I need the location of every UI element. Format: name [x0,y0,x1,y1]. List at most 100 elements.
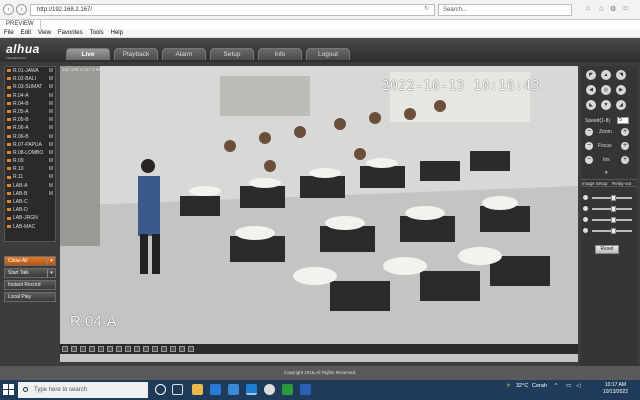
channel-stream-type[interactable]: M [49,165,53,173]
channel-item[interactable]: R.05-B M [5,116,55,124]
layout-toggle-icon[interactable] [62,346,68,352]
channel-item[interactable]: LAB-A M [5,182,55,190]
speed-select[interactable]: 5 [617,117,629,124]
focus-out-icon[interactable]: − [585,142,593,150]
tab-setup[interactable]: Setup [210,48,254,60]
channel-stream-type[interactable]: M [49,75,53,83]
start-talk-button[interactable]: Start Talk ▾ [4,268,56,278]
collapse-icon[interactable]: ▾ [605,170,608,176]
menu-help[interactable]: Help [111,29,123,38]
chevron-down-icon[interactable]: ▾ [47,257,55,265]
tab-logout[interactable]: Logout [306,48,350,60]
channel-item[interactable]: R.11 M [5,173,55,181]
gear-icon[interactable]: ⚙ [610,5,616,13]
zoom-in-icon[interactable]: + [621,128,629,136]
channel-item[interactable]: R.06-B M [5,133,55,141]
layout-toggle-icon[interactable] [125,346,131,352]
mail-icon[interactable] [210,384,221,395]
channel-stream-type[interactable]: M [49,182,53,190]
channel-stream-type[interactable]: M [49,173,53,181]
ptz-right-icon[interactable]: ▶ [616,85,626,95]
layout-toggle-icon[interactable] [89,346,95,352]
channel-stream-type[interactable]: M [49,133,53,141]
menu-edit[interactable]: Edit [21,29,31,38]
layout-toggle-icon[interactable] [134,346,140,352]
layout-toggle-icon[interactable] [98,346,104,352]
address-bar[interactable]: http://192.168.2.167/ [30,4,435,16]
iris-in-icon[interactable]: + [621,156,629,164]
word-icon[interactable] [300,384,311,395]
image-slider[interactable] [583,194,635,202]
layout-toggle-icon[interactable] [170,346,176,352]
ptz-down-left-icon[interactable]: ◣ [586,100,596,110]
network-icon[interactable]: ▭ [566,383,571,389]
forward-icon[interactable]: › [16,4,27,15]
channel-stream-type[interactable]: M [49,157,53,165]
slider-handle[interactable] [610,195,616,201]
channel-item[interactable]: R.03-SUMAT M [5,83,55,91]
refresh-icon[interactable]: ↻ [424,5,429,12]
layout-toggle-icon[interactable] [116,346,122,352]
channel-item[interactable]: R.04-B M [5,100,55,108]
layout-toggle-icon[interactable] [143,346,149,352]
chevron-down-icon[interactable]: ▾ [47,269,55,277]
channel-item[interactable]: R.07-PAPUA M [5,141,55,149]
focus-in-icon[interactable]: + [621,142,629,150]
ptz-down-icon[interactable]: ▼ [601,100,611,110]
volume-icon[interactable]: ◁ [576,383,580,389]
tray-chevron-icon[interactable]: ^ [555,383,558,389]
channel-item[interactable]: R.08-LOMBO M [5,149,55,157]
channel-item[interactable]: LAB-D [5,206,55,214]
feedback-icon[interactable]: ☺ [622,5,629,12]
menu-view[interactable]: View [38,29,51,38]
ptz-up-left-icon[interactable]: ◤ [586,70,596,80]
browser-tab[interactable]: PREVIEW [0,20,41,29]
browser-search-input[interactable]: Search... [438,4,572,16]
channel-item[interactable]: R.04-A M [5,92,55,100]
channel-stream-type[interactable]: M [49,108,53,116]
tab-image-setup[interactable]: Image Setup [582,180,608,188]
internet-explorer-icon[interactable] [246,384,257,395]
image-slider[interactable] [583,216,635,224]
clock[interactable]: 10:17 AM 10/13/2022 [603,382,628,396]
channel-item[interactable]: R.06-A M [5,124,55,132]
iris-out-icon[interactable]: − [585,156,593,164]
channel-stream-type[interactable]: M [49,190,53,198]
excel-icon[interactable] [282,384,293,395]
image-slider[interactable] [583,205,635,213]
file-explorer-icon[interactable] [192,384,203,395]
slider-handle[interactable] [610,217,616,223]
channel-stream-type[interactable]: M [49,116,53,124]
channel-item[interactable]: LAB-MAC [5,223,55,231]
channel-stream-type[interactable]: M [49,100,53,108]
layout-toggle-icon[interactable] [152,346,158,352]
slider-handle[interactable] [610,206,616,212]
channel-stream-type[interactable]: M [49,149,53,157]
layout-toggle-icon[interactable] [188,346,194,352]
tab-relay-out[interactable]: Relay-out [612,180,631,188]
channel-stream-type[interactable]: M [49,83,53,91]
close-all-button[interactable]: Close All ▾ [4,256,56,266]
channel-item[interactable]: R.01-JAWA M [5,67,55,75]
layout-toggle-icon[interactable] [71,346,77,352]
channel-item[interactable]: R.05-A M [5,108,55,116]
layout-toggle-icon[interactable] [161,346,167,352]
instant-record-button[interactable]: Instant Record [4,280,56,290]
channel-item[interactable]: R.02-BALI M [5,75,55,83]
tab-playback[interactable]: Playback [114,48,158,60]
ptz-center-icon[interactable]: ◎ [601,85,611,95]
taskbar-search-input[interactable]: Type here to search [18,382,148,398]
chrome-icon[interactable] [264,384,275,395]
ptz-down-right-icon[interactable]: ◢ [616,100,626,110]
ptz-left-icon[interactable]: ◀ [586,85,596,95]
channel-item[interactable]: R.09 M [5,157,55,165]
channel-stream-type[interactable]: M [49,67,53,75]
windows-start-icon[interactable] [3,384,14,395]
task-view-icon[interactable] [172,384,183,395]
ptz-up-icon[interactable]: ▲ [601,70,611,80]
reset-button[interactable]: Reset [595,245,619,254]
layout-toggle-icon[interactable] [107,346,113,352]
store-icon[interactable] [228,384,239,395]
channel-item[interactable]: LAB-C [5,198,55,206]
zoom-out-icon[interactable]: − [585,128,593,136]
